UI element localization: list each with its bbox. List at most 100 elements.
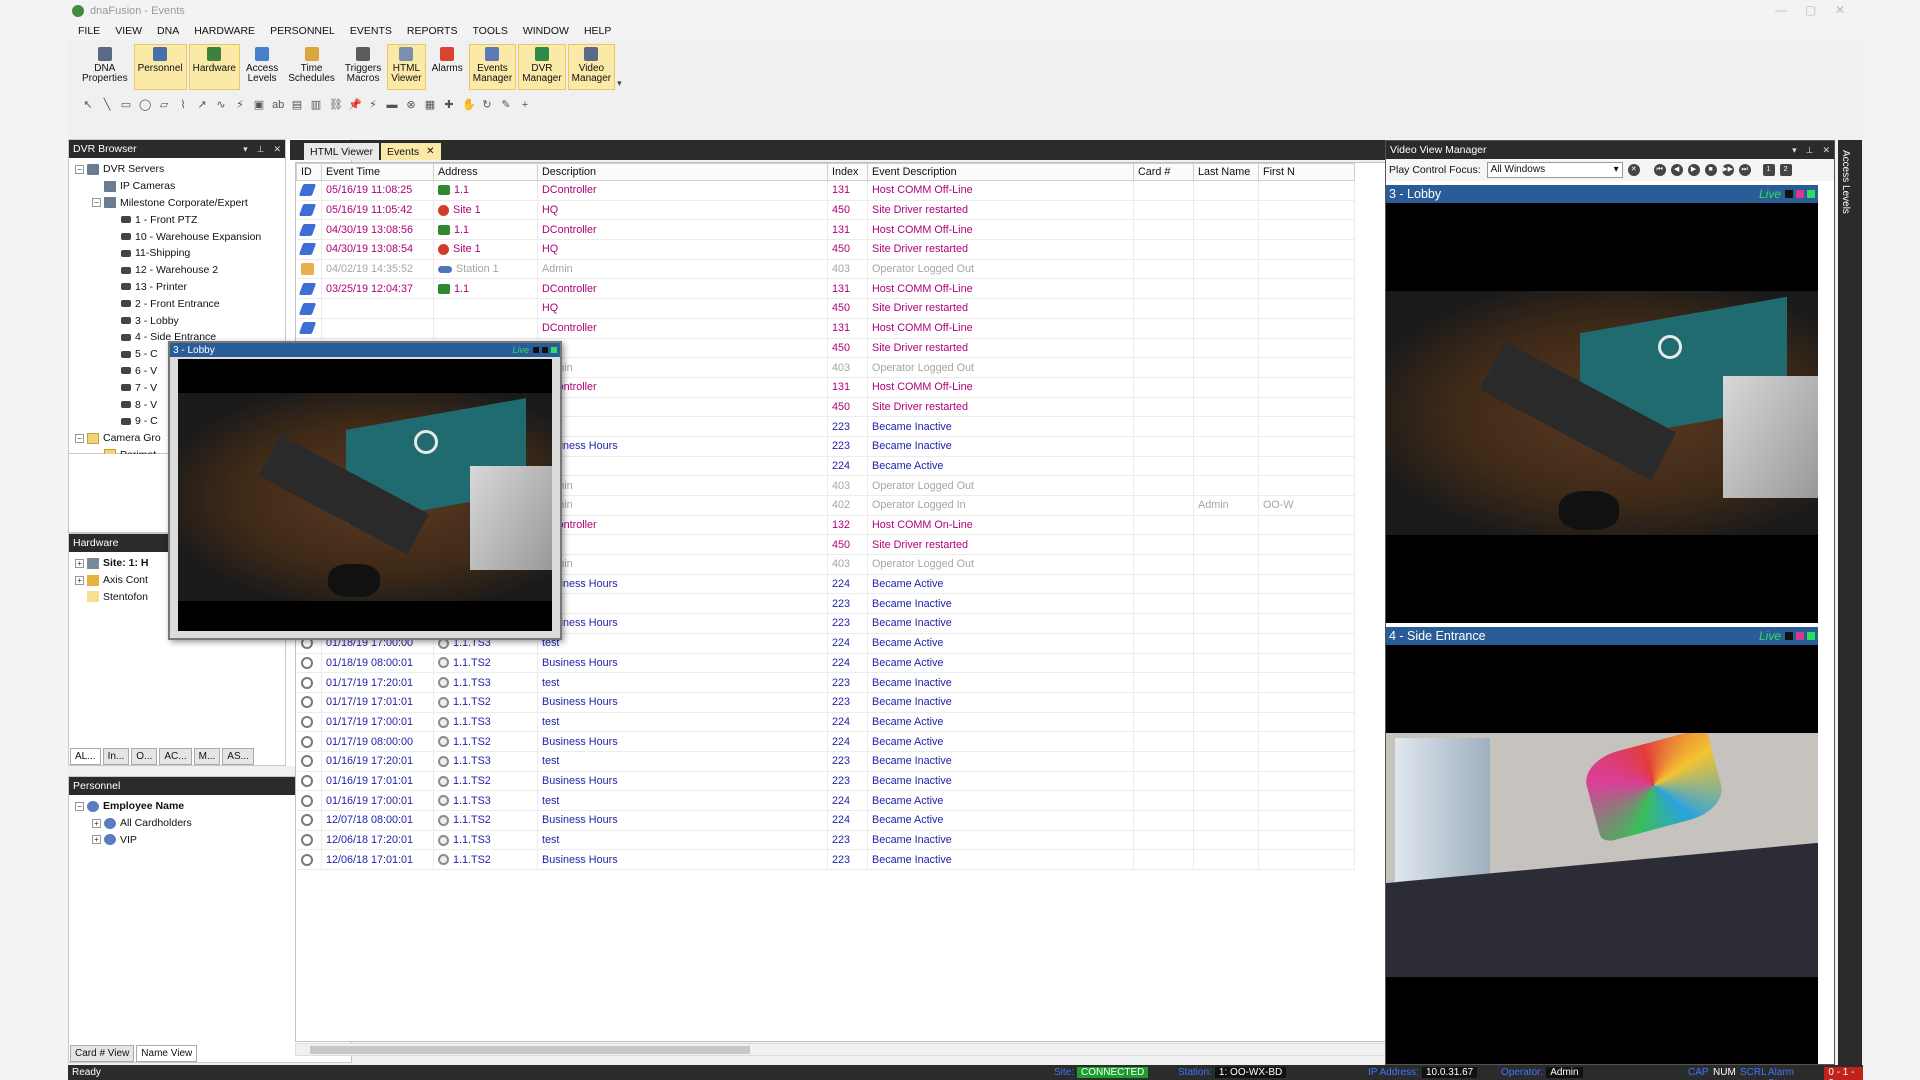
fast-forward-icon[interactable]: ▶▶ <box>1721 164 1734 176</box>
skip-forward-icon[interactable]: ⏭ <box>1738 164 1751 176</box>
toolbar-dvr-manager-button[interactable]: DVR Manager <box>518 44 566 90</box>
hardware-tab[interactable]: AC... <box>159 748 192 765</box>
table-row[interactable]: 01/17/19 17:00:01 1.1.TS3 test 224 Became Ac… <box>296 712 1355 733</box>
close-tab-icon[interactable]: ✕ <box>426 146 434 157</box>
doc-icon[interactable]: ▥ <box>310 99 322 111</box>
record-icon[interactable] <box>1785 190 1793 198</box>
popup-camera-feed[interactable] <box>178 393 552 601</box>
target-icon[interactable]: ⊗ <box>405 99 417 111</box>
video-popup[interactable]: 3 - Lobby Live <box>168 341 562 640</box>
toolbar-personnel-button[interactable]: Personnel <box>133 44 187 90</box>
table-row[interactable]: DController 131 Host COMM Off-Line <box>296 318 1355 339</box>
tree-item[interactable]: 12 - Warehouse 2 <box>75 262 285 279</box>
column-header[interactable]: Event Description <box>867 163 1134 181</box>
link-icon[interactable]: ⛓ <box>329 99 343 111</box>
close-icon[interactable]: ✕ <box>273 144 281 155</box>
tab-events[interactable]: Events ✕ <box>381 143 441 160</box>
tree-item[interactable]: 3 - Lobby <box>75 312 285 329</box>
side-entrance-camera-feed[interactable] <box>1386 733 1818 977</box>
events-horizontal-scrollbar[interactable] <box>295 1043 1424 1056</box>
pencil-icon[interactable]: ✎ <box>500 99 512 111</box>
toolbar-dna-properties-button[interactable]: DNA Properties <box>78 44 132 90</box>
table-row[interactable]: 05/16/19 11:08:25 1.1 DController 131 Host C… <box>296 180 1355 201</box>
record-icon[interactable] <box>1785 632 1793 640</box>
table-row[interactable]: 01/16/19 17:00:01 1.1.TS3 test 224 Became Ac… <box>296 790 1355 811</box>
snapshot-icon[interactable] <box>1796 190 1804 198</box>
table-row[interactable]: HQ 450 Site Driver restarted <box>296 298 1355 319</box>
add-icon[interactable]: + <box>519 99 531 111</box>
stop-icon[interactable]: ■ <box>1704 164 1717 176</box>
layout-1-icon[interactable]: 1 <box>1762 164 1775 176</box>
skip-back-icon[interactable]: ⏮ <box>1653 164 1666 176</box>
polyline-icon[interactable]: ⌇ <box>177 99 189 111</box>
record-icon[interactable] <box>533 347 539 353</box>
pin-icon[interactable]: ⊥ <box>1806 145 1814 156</box>
personnel-view-tab[interactable]: Name View <box>136 1045 198 1062</box>
pin-icon[interactable]: 📌 <box>348 99 362 111</box>
toolbar-video-manager-button[interactable]: Video Manager <box>567 44 616 90</box>
tree-item[interactable]: 11-Shipping <box>75 245 285 262</box>
table-row[interactable]: 12/07/18 08:00:01 1.1.TS2 Business Hours 22… <box>296 810 1355 831</box>
expand-icon[interactable]: − <box>92 198 101 208</box>
hardware-tab[interactable]: M... <box>193 748 221 765</box>
table-row[interactable]: 12/06/18 17:20:01 1.1.TS3 test 223 Became In… <box>296 830 1355 851</box>
expand-icon[interactable]: + <box>75 558 84 568</box>
column-header[interactable]: First N <box>1258 163 1355 181</box>
hardware-tab[interactable]: AL... <box>70 748 101 765</box>
personnel-view-tab[interactable]: Card # View <box>70 1045 135 1062</box>
tab-html-viewer[interactable]: HTML Viewer <box>304 143 380 160</box>
table-row[interactable]: 04/30/19 13:08:54 Site 1 HQ 450 Site Driver … <box>296 239 1355 260</box>
video-tile-side-entrance[interactable]: 4 - Side Entrance Live <box>1386 627 1818 1064</box>
tree-item[interactable]: IP Cameras <box>75 178 285 195</box>
polygon-icon[interactable]: ▱ <box>158 99 170 111</box>
text-icon[interactable]: ab <box>272 99 284 111</box>
image-icon[interactable]: ▣ <box>253 99 265 111</box>
column-header[interactable]: Description <box>537 163 828 181</box>
menu-reports[interactable]: REPORTS <box>407 25 458 37</box>
video-tile-lobby[interactable]: 3 - Lobby Live <box>1386 185 1818 623</box>
snapshot-icon[interactable] <box>542 347 548 353</box>
tree-item[interactable]: 10 - Warehouse Expansion <box>75 228 285 245</box>
tree-item[interactable]: 1 - Front PTZ <box>75 211 285 228</box>
table-row[interactable]: 01/18/19 08:00:01 1.1.TS2 Business Hours 22… <box>296 653 1355 674</box>
toolbar-hardware-button[interactable]: Hardware <box>188 44 240 90</box>
curve-icon[interactable]: ∿ <box>215 99 227 111</box>
menu-window[interactable]: WINDOW <box>523 25 569 37</box>
access-levels-side-tab[interactable]: Access Levels <box>1840 150 1851 214</box>
hardware-tab[interactable]: O... <box>131 748 158 765</box>
hardware-tab[interactable]: AS... <box>222 748 254 765</box>
play-icon[interactable]: ▶ <box>1687 164 1700 176</box>
menu-file[interactable]: FILE <box>78 25 100 37</box>
lightning-icon[interactable]: ⚡ <box>234 99 246 111</box>
menu-events[interactable]: EVENTS <box>350 25 392 37</box>
hand-icon[interactable]: ✋ <box>462 99 476 111</box>
line-icon[interactable]: ╲ <box>101 99 113 111</box>
minimize-icon[interactable]: — <box>1775 3 1787 17</box>
column-header[interactable]: Card # <box>1133 163 1194 181</box>
arrow-line-icon[interactable]: ↗ <box>196 99 208 111</box>
scrollbar-thumb[interactable] <box>310 1046 750 1054</box>
rotate-icon[interactable]: ↻ <box>481 99 493 111</box>
button-icon[interactable]: ▬ <box>386 99 398 111</box>
menu-help[interactable]: HELP <box>584 25 611 37</box>
tree-item[interactable]: − Milestone Corporate/Expert <box>75 195 285 212</box>
hardware-tab[interactable]: In... <box>102 748 130 765</box>
plus-icon[interactable]: ✚ <box>443 99 455 111</box>
column-header[interactable]: ID <box>296 163 322 181</box>
clear-icon[interactable]: ✕ <box>1627 164 1640 176</box>
expand-icon[interactable]: + <box>92 818 101 828</box>
tree-item[interactable]: 2 - Front Entrance <box>75 295 285 312</box>
ellipse-icon[interactable]: ◯ <box>139 99 151 111</box>
table-row[interactable]: 01/17/19 08:00:00 1.1.TS2 Business Hours 22… <box>296 731 1355 752</box>
tree-item[interactable]: 13 - Printer <box>75 279 285 296</box>
status-icon[interactable] <box>551 347 557 353</box>
expand-icon[interactable]: − <box>75 164 84 174</box>
maximize-icon[interactable]: ▢ <box>1805 3 1816 17</box>
bolt-icon[interactable]: ⚡ <box>367 99 379 111</box>
toolbar-triggers-macros-button[interactable]: Triggers Macros <box>341 44 385 90</box>
expand-icon[interactable]: + <box>92 835 101 845</box>
lobby-camera-feed[interactable] <box>1386 291 1818 535</box>
rectangle-icon[interactable]: ▭ <box>120 99 132 111</box>
table-row[interactable]: 01/16/19 17:20:01 1.1.TS3 test 223 Became In… <box>296 751 1355 772</box>
menu-view[interactable]: VIEW <box>115 25 142 37</box>
